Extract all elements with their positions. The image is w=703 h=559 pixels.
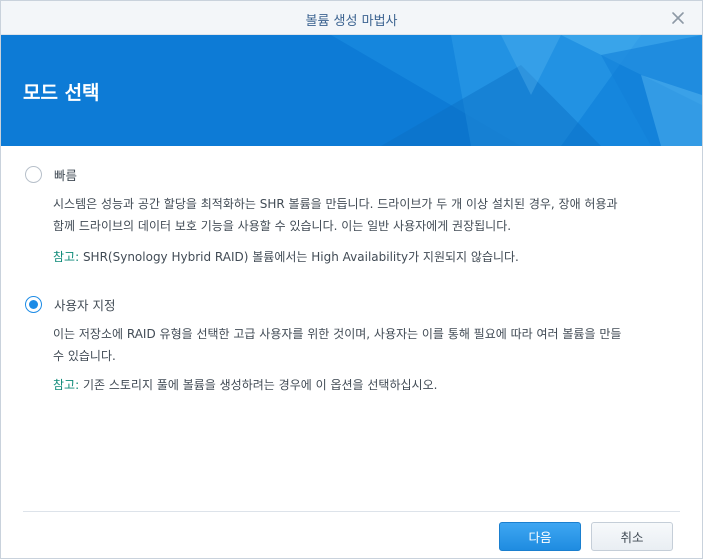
quick-note-text: SHR(Synology Hybrid RAID) 볼륨에서는 High Ava… — [79, 250, 519, 264]
quick-label: 빠름 — [54, 168, 78, 183]
custom-description-line-1: 이는 저장소에 RAID 유형을 선택한 고급 사용자를 위한 것이며, 사용자… — [53, 327, 622, 341]
banner-background — [1, 35, 702, 146]
title-bar[interactable]: 볼륨 생성 마법사 — [1, 1, 702, 35]
custom-note-text: 기존 스토리지 풀에 볼륨을 생성하려는 경우에 이 옵션을 선택하십시오. — [79, 378, 438, 392]
custom-label: 사용자 지정 — [54, 298, 116, 313]
custom-radio[interactable] — [25, 296, 42, 313]
quick-note: 참고: SHR(Synology Hybrid RAID) 볼륨에서는 High… — [53, 247, 678, 267]
wizard-window: 볼륨 생성 마법사 모드 선택 빠름 시스템은 성능과 공간 할당을 최적화하는… — [0, 0, 703, 559]
quick-description: 시스템은 성능과 공간 할당을 최적화하는 SHR 볼륨을 만듭니다. 드라이브… — [53, 193, 678, 237]
quick-description-line-2: 함께 드라이브의 데이터 보호 기능을 사용할 수 있습니다. 이는 일반 사용… — [53, 219, 512, 233]
custom-note-prefix: 참고: — [53, 378, 80, 392]
cancel-button[interactable]: 취소 — [591, 522, 673, 551]
option-quick[interactable]: 빠름 — [25, 165, 77, 184]
next-button[interactable]: 다음 — [499, 522, 581, 551]
quick-description-line-1: 시스템은 성능과 공간 할당을 최적화하는 SHR 볼륨을 만듭니다. 드라이브… — [53, 197, 618, 211]
option-custom[interactable]: 사용자 지정 — [25, 295, 115, 314]
custom-note: 참고: 기존 스토리지 풀에 볼륨을 생성하려는 경우에 이 옵션을 선택하십시… — [53, 375, 678, 395]
custom-description: 이는 저장소에 RAID 유형을 선택한 고급 사용자를 위한 것이며, 사용자… — [53, 323, 678, 367]
window-title: 볼륨 생성 마법사 — [305, 14, 398, 29]
close-button[interactable] — [668, 8, 688, 28]
header-banner: 모드 선택 — [1, 35, 702, 146]
footer-divider — [23, 511, 680, 512]
quick-radio[interactable] — [25, 166, 42, 183]
close-icon — [672, 12, 684, 24]
custom-description-line-2: 수 있습니다. — [53, 349, 116, 363]
step-title: 모드 선택 — [23, 82, 100, 104]
quick-note-prefix: 참고: — [53, 250, 80, 264]
